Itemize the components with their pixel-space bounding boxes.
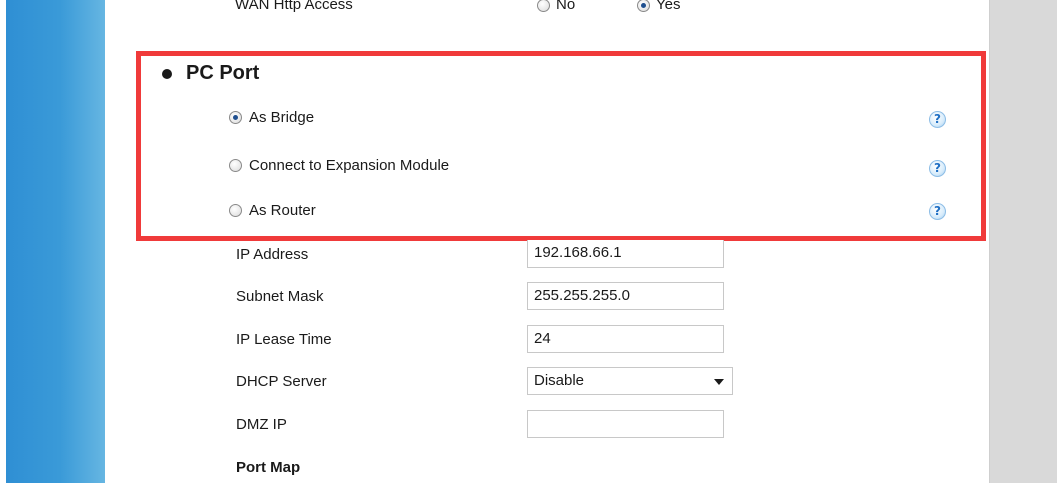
pc-port-option-expansion-module[interactable]: Connect to Expansion Module — [229, 157, 449, 174]
help-question-icon[interactable]: ? — [929, 203, 946, 220]
pc-port-option-as-router[interactable]: As Router — [229, 202, 316, 219]
help-question-icon[interactable]: ? — [929, 160, 946, 177]
port-map-heading: Port Map — [236, 459, 301, 476]
pc-port-title-text: PC Port — [186, 62, 260, 84]
subnet-mask-label: Subnet Mask — [236, 288, 324, 305]
subnet-mask-input[interactable]: 255.255.255.0 — [527, 282, 724, 310]
wan-yes-label: Yes — [656, 0, 681, 13]
right-panel-strip — [989, 0, 1057, 483]
as-router-radio[interactable] — [229, 204, 242, 217]
ip-lease-time-label: IP Lease Time — [236, 331, 332, 348]
dhcp-server-label: DHCP Server — [236, 373, 327, 390]
dmz-ip-input[interactable] — [527, 410, 724, 438]
pc-port-section-title: PC Port — [162, 62, 259, 85]
ip-lease-time-input[interactable]: 24 — [527, 325, 724, 353]
dhcp-server-value: Disable — [534, 372, 585, 389]
ip-address-input[interactable]: 192.168.66.1 — [527, 240, 724, 268]
wan-option-yes[interactable]: Yes — [637, 0, 680, 13]
wan-yes-radio[interactable] — [637, 0, 650, 12]
chevron-down-icon — [714, 379, 724, 385]
wan-http-access-label: WAN Http Access — [235, 0, 353, 13]
dhcp-server-select[interactable]: Disable — [527, 367, 733, 395]
ip-address-label: IP Address — [236, 246, 309, 263]
as-bridge-radio[interactable] — [229, 111, 242, 124]
as-bridge-label: As Bridge — [249, 109, 315, 126]
wan-no-radio[interactable] — [537, 0, 550, 12]
expansion-module-label: Connect to Expansion Module — [249, 157, 450, 174]
left-sidebar-strip — [0, 0, 105, 483]
as-router-label: As Router — [249, 202, 316, 219]
pc-port-option-as-bridge[interactable]: As Bridge — [229, 109, 314, 126]
wan-option-no[interactable]: No — [537, 0, 575, 13]
expansion-module-radio[interactable] — [229, 159, 242, 172]
wan-no-label: No — [556, 0, 576, 13]
help-question-icon[interactable]: ? — [929, 111, 946, 128]
dmz-ip-label: DMZ IP — [236, 416, 287, 433]
bullet-dot-icon — [162, 68, 172, 79]
